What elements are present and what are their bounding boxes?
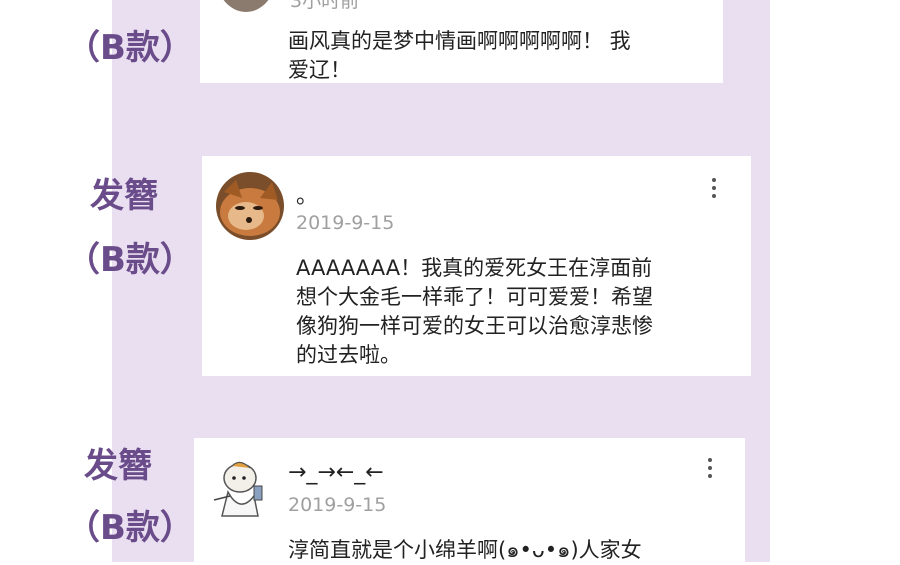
comment-author-name[interactable]: 。 bbox=[296, 178, 318, 210]
comment-author-name[interactable]: →_→←_← bbox=[288, 460, 384, 485]
comment-text: 画风真的是梦中情画啊啊啊啊啊！ 我 爱辽！ bbox=[288, 27, 708, 85]
comment-line: 的过去啦。 bbox=[296, 343, 401, 367]
fox-avatar-image bbox=[216, 172, 284, 240]
more-vertical-icon[interactable] bbox=[700, 458, 720, 484]
comment-line: AAAAAAA！我真的爱死女王在淳面前 bbox=[296, 256, 653, 280]
comment-date: 2019-9-15 bbox=[288, 494, 387, 516]
comment-text: AAAAAAA！我真的爱死女王在淳面前 想个大金毛一样乖了！可可爱爱！希望 像狗… bbox=[296, 254, 736, 370]
comment-text: 淳简直就是个小绵羊啊(๑•ᴗ•๑)人家女 bbox=[288, 536, 728, 565]
product-title-label: 发簪 bbox=[90, 176, 158, 216]
more-vertical-icon[interactable] bbox=[704, 178, 724, 204]
product-model-label: （B款） bbox=[66, 240, 194, 280]
avatar[interactable] bbox=[216, 0, 276, 12]
comment-time: 3小时前 bbox=[290, 0, 360, 12]
comment-card: 3小时前 画风真的是梦中情画啊啊啊啊啊！ 我 爱辽！ bbox=[200, 0, 723, 83]
comment-card: 。 2019-9-15 AAAAAAA！我真的爱死女王在淳面前 想个大金毛一样乖… bbox=[202, 156, 751, 376]
comment-line: 像狗狗一样可爱的女王可以治愈淳悲惨 bbox=[296, 314, 653, 338]
comment-line: 想个大金毛一样乖了！可可爱爱！希望 bbox=[296, 285, 653, 309]
product-model-label: （B款） bbox=[66, 28, 194, 68]
comment-line: 画风真的是梦中情画啊啊啊啊啊！ 我 bbox=[288, 29, 631, 53]
product-model-label: （B款） bbox=[66, 508, 194, 548]
cartoon-avatar-image bbox=[208, 456, 276, 524]
comment-line: 淳简直就是个小绵羊啊(๑•ᴗ•๑)人家女 bbox=[288, 538, 642, 562]
comment-line: 爱辽！ bbox=[288, 58, 351, 82]
comment-card: →_→←_← 2019-9-15 淳简直就是个小绵羊啊(๑•ᴗ•๑)人家女 bbox=[194, 438, 745, 562]
product-title-label: 发簪 bbox=[84, 446, 152, 486]
avatar[interactable] bbox=[208, 456, 276, 524]
avatar[interactable] bbox=[216, 172, 284, 240]
comment-date: 2019-9-15 bbox=[296, 212, 395, 234]
